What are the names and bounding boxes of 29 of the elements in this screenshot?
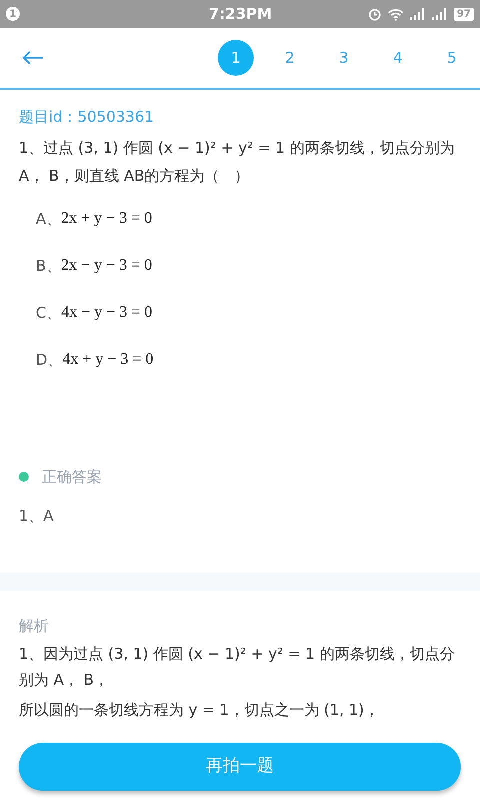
option-formula: 4x + y − 3 = 0	[62, 350, 154, 370]
status-time: 7:23PM	[209, 4, 272, 25]
signal-icon	[432, 8, 448, 20]
wifi-icon	[388, 8, 404, 20]
answer-title: 正确答案	[42, 466, 102, 488]
question-id: 题目id：50503361	[19, 107, 156, 128]
retake-button[interactable]: 再拍一题	[19, 743, 461, 791]
question-tab[interactable]: 1	[218, 40, 254, 76]
alarm-icon	[368, 7, 382, 21]
option-label: D、	[36, 350, 63, 371]
back-arrow-icon	[22, 51, 44, 65]
analysis-title: 解析	[19, 616, 50, 637]
question-tab[interactable]: 2	[272, 40, 308, 76]
option-label: A、	[36, 208, 62, 230]
question-tab[interactable]: 5	[434, 40, 470, 76]
answer-text: 1、A	[19, 506, 55, 527]
option-label: C、	[36, 302, 62, 324]
option-formula: 2x + y − 3 = 0	[61, 209, 152, 229]
battery-indicator: 97	[454, 8, 474, 20]
question-text: 1、过点 (3, 1) 作圆 (x − 1)² + y² = 1 的两条切线，切点分别为 A， B，则直线 AB的方程为（ ）	[19, 138, 456, 187]
question-tab[interactable]: 4	[380, 40, 416, 76]
signal-icon	[410, 8, 426, 20]
option-formula: 4x − y − 3 = 0	[61, 303, 153, 323]
notification-badge: 1	[6, 7, 20, 21]
analysis-text: 所以圆的一条切线方程为 y = 1，切点之一为 (1, 1)，	[19, 700, 380, 721]
analysis-text: 1、因为过点 (3, 1) 作圆 (x − 1)² + y² = 1 的两条切线，切点分别为 A， B，	[19, 644, 456, 691]
question-tab[interactable]: 3	[326, 40, 362, 76]
option-label: B、	[36, 256, 62, 277]
option-formula: 2x − y − 3 = 0	[61, 256, 152, 276]
